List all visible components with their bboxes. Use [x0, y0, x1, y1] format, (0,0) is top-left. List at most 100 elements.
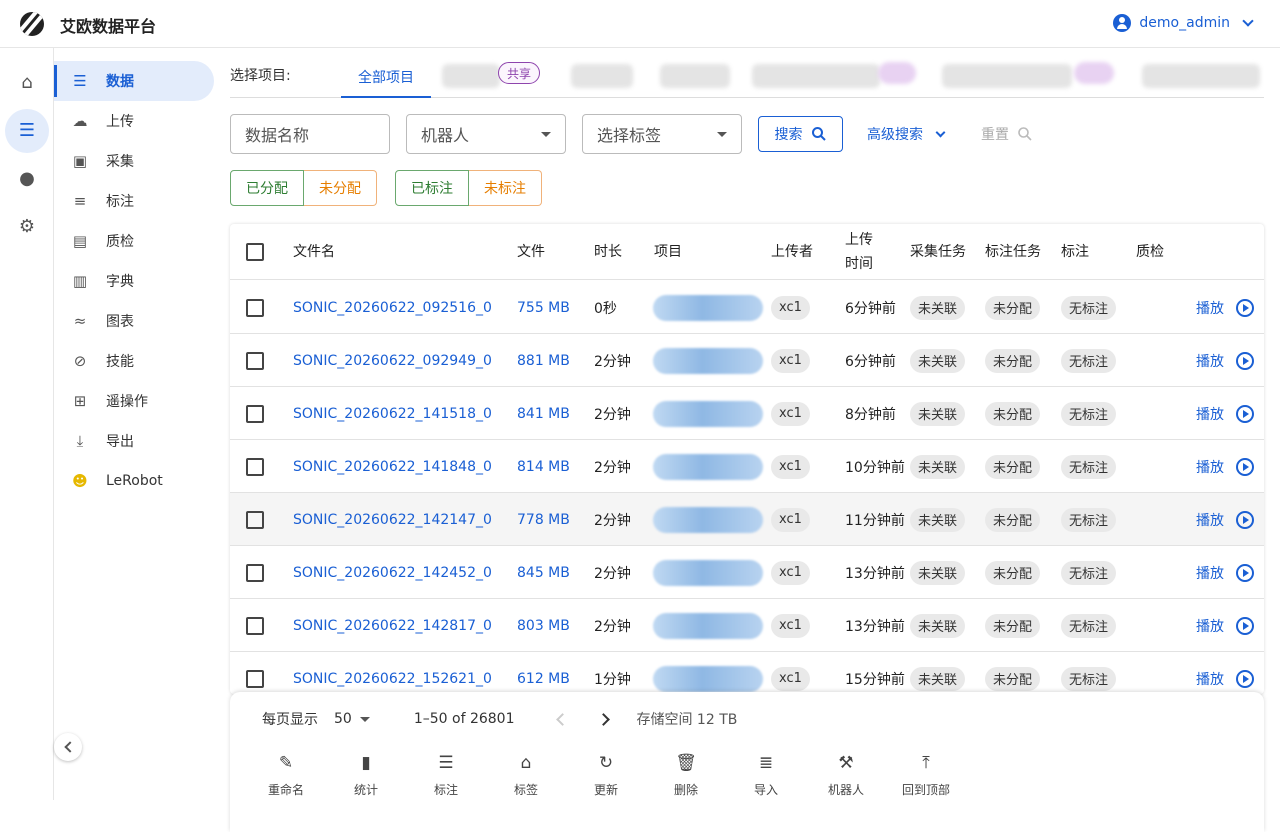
file-name-link[interactable]: SONIC_20260622_092516_0	[293, 281, 492, 334]
refresh-button[interactable]: ↻ 更新	[570, 752, 642, 798]
gamepad-icon: ⊞	[73, 392, 87, 410]
import-button[interactable]: ≣ 导入	[730, 752, 802, 798]
row-checkbox[interactable]	[246, 334, 264, 387]
table-row[interactable]: SONIC_20260622_092949_0 881 MB 2分钟 xc1 6…	[230, 334, 1264, 387]
play-button[interactable]: 播放	[1196, 387, 1254, 440]
annotate-button[interactable]: ☰ 标注	[410, 752, 482, 798]
tab-project-redacted[interactable]	[571, 64, 633, 88]
sidebar-item-collect[interactable]: ▣ 采集	[54, 141, 214, 181]
reset-button[interactable]: 重置	[981, 124, 1033, 144]
col-filename[interactable]: 文件名	[293, 224, 335, 280]
file-size-link[interactable]: 845 MB	[517, 546, 570, 599]
tag-select[interactable]: 选择标签	[582, 114, 742, 154]
tab-project-redacted[interactable]	[660, 64, 730, 88]
search-button[interactable]: 搜索	[758, 116, 843, 152]
file-size-link[interactable]: 778 MB	[517, 493, 570, 546]
sidebar-item-charts[interactable]: ≈ 图表	[54, 301, 214, 341]
labeled-toggle[interactable]: 已标注	[395, 170, 469, 206]
table-row[interactable]: SONIC_20260622_141518_0 841 MB 2分钟 xc1 8…	[230, 387, 1264, 440]
play-button[interactable]: 播放	[1196, 546, 1254, 599]
row-checkbox[interactable]	[246, 493, 264, 546]
file-size-link[interactable]: 612 MB	[517, 652, 570, 694]
file-name-link[interactable]: SONIC_20260622_142147_0	[293, 493, 492, 546]
row-checkbox[interactable]	[246, 281, 264, 334]
sidebar-item-upload[interactable]: ☁ 上传	[54, 101, 214, 141]
file-size-link[interactable]: 881 MB	[517, 334, 570, 387]
back-to-top-button[interactable]: ⤒ 回到顶部	[890, 752, 962, 798]
robot-button[interactable]: ⚒ 机器人	[810, 752, 882, 798]
col-duration[interactable]: 时长	[594, 224, 622, 280]
sidebar-item-export[interactable]: ⤓ 导出	[54, 421, 214, 461]
row-checkbox[interactable]	[246, 440, 264, 493]
col-file[interactable]: 文件	[517, 224, 545, 280]
tab-project-redacted[interactable]	[752, 64, 880, 88]
col-label-task[interactable]: 标注任务	[985, 224, 1041, 280]
rail-data[interactable]: ☰	[5, 109, 49, 153]
col-collect-task[interactable]: 采集任务	[910, 224, 966, 280]
rail-home[interactable]: ⌂	[5, 61, 49, 105]
file-size-link[interactable]: 803 MB	[517, 599, 570, 652]
sidebar-item-skills[interactable]: ⊘ 技能	[54, 341, 214, 381]
sidebar-item-annotate[interactable]: ≡ 标注	[54, 181, 214, 221]
file-name-link[interactable]: SONIC_20260622_152621_0	[293, 652, 492, 694]
play-button[interactable]: 播放	[1196, 334, 1254, 387]
play-button[interactable]: 播放	[1196, 652, 1254, 694]
sidebar-item-qc[interactable]: ▤ 质检	[54, 221, 214, 261]
col-label[interactable]: 标注	[1061, 224, 1089, 280]
play-button[interactable]: 播放	[1196, 599, 1254, 652]
rename-button[interactable]: ✎ 重命名	[250, 752, 322, 798]
col-qc[interactable]: 质检	[1136, 224, 1164, 280]
file-name-link[interactable]: SONIC_20260622_142452_0	[293, 546, 492, 599]
table-row[interactable]: SONIC_20260622_141848_0 814 MB 2分钟 xc1 1…	[230, 440, 1264, 493]
table-row[interactable]: SONIC_20260622_092516_0 755 MB 0秒 xc1 6分…	[230, 281, 1264, 334]
sidebar-item-dictionary[interactable]: ▥ 字典	[54, 261, 214, 301]
prev-page-button[interactable]	[554, 711, 571, 728]
next-page-button[interactable]	[595, 711, 612, 728]
table-row[interactable]: SONIC_20260622_142147_0 778 MB 2分钟 xc1 1…	[230, 493, 1264, 546]
play-button[interactable]: 播放	[1196, 440, 1254, 493]
tag-button[interactable]: ⌂ 标签	[490, 752, 562, 798]
tab-all-projects[interactable]: 全部项目	[341, 58, 431, 98]
sidebar-item-data[interactable]: ☰ 数据	[54, 61, 214, 101]
tab-project-redacted[interactable]	[442, 64, 500, 88]
file-name-link[interactable]: SONIC_20260622_141518_0	[293, 387, 492, 440]
per-page-select[interactable]: 50	[334, 711, 370, 727]
play-button[interactable]: 播放	[1196, 493, 1254, 546]
tab-project-redacted[interactable]	[1142, 64, 1260, 88]
rail-settings[interactable]: ⚙	[5, 205, 49, 249]
col-uploader[interactable]: 上传者	[771, 224, 813, 280]
stats-button[interactable]: ▮ 统计	[330, 752, 402, 798]
user-menu[interactable]: demo_admin	[1113, 14, 1254, 32]
unlabeled-toggle[interactable]: 未标注	[469, 170, 542, 206]
file-size-link[interactable]: 841 MB	[517, 387, 570, 440]
tab-project-redacted[interactable]	[942, 64, 1072, 88]
data-name-input[interactable]: 数据名称	[230, 114, 390, 154]
assigned-toggle[interactable]: 已分配	[230, 170, 304, 206]
row-checkbox[interactable]	[246, 652, 264, 694]
robot-select[interactable]: 机器人	[406, 114, 566, 154]
sidebar-item-lerobot[interactable]: ☻ LeRobot	[54, 461, 214, 501]
sidebar-item-teleop[interactable]: ⊞ 遥操作	[54, 381, 214, 421]
table-row[interactable]: SONIC_20260622_142452_0 845 MB 2分钟 xc1 1…	[230, 546, 1264, 599]
file-name-link[interactable]: SONIC_20260622_092949_0	[293, 334, 492, 387]
row-checkbox[interactable]	[246, 599, 264, 652]
play-button[interactable]: 播放	[1196, 281, 1254, 334]
select-all-checkbox[interactable]	[246, 224, 264, 280]
advanced-search-button[interactable]: 高级搜索	[867, 124, 946, 144]
unassigned-toggle[interactable]: 未分配	[304, 170, 377, 206]
table-row[interactable]: SONIC_20260622_152621_0 612 MB 1分钟 xc1 1…	[230, 652, 1264, 694]
collect-task-chip: 未关联	[910, 281, 966, 334]
col-upload-time[interactable]: 上传时间	[845, 224, 875, 280]
collapse-sidebar-button[interactable]	[54, 733, 82, 761]
file-size-link[interactable]: 814 MB	[517, 440, 570, 493]
table-row[interactable]: SONIC_20260622_142817_0 803 MB 2分钟 xc1 1…	[230, 599, 1264, 652]
delete-button[interactable]: 🗑 删除	[650, 752, 722, 798]
play-circle-icon	[1236, 457, 1254, 476]
row-checkbox[interactable]	[246, 546, 264, 599]
file-size-link[interactable]: 755 MB	[517, 281, 570, 334]
file-name-link[interactable]: SONIC_20260622_142817_0	[293, 599, 492, 652]
col-project[interactable]: 项目	[654, 224, 682, 280]
rail-ai[interactable]: ●	[5, 157, 49, 201]
file-name-link[interactable]: SONIC_20260622_141848_0	[293, 440, 492, 493]
row-checkbox[interactable]	[246, 387, 264, 440]
